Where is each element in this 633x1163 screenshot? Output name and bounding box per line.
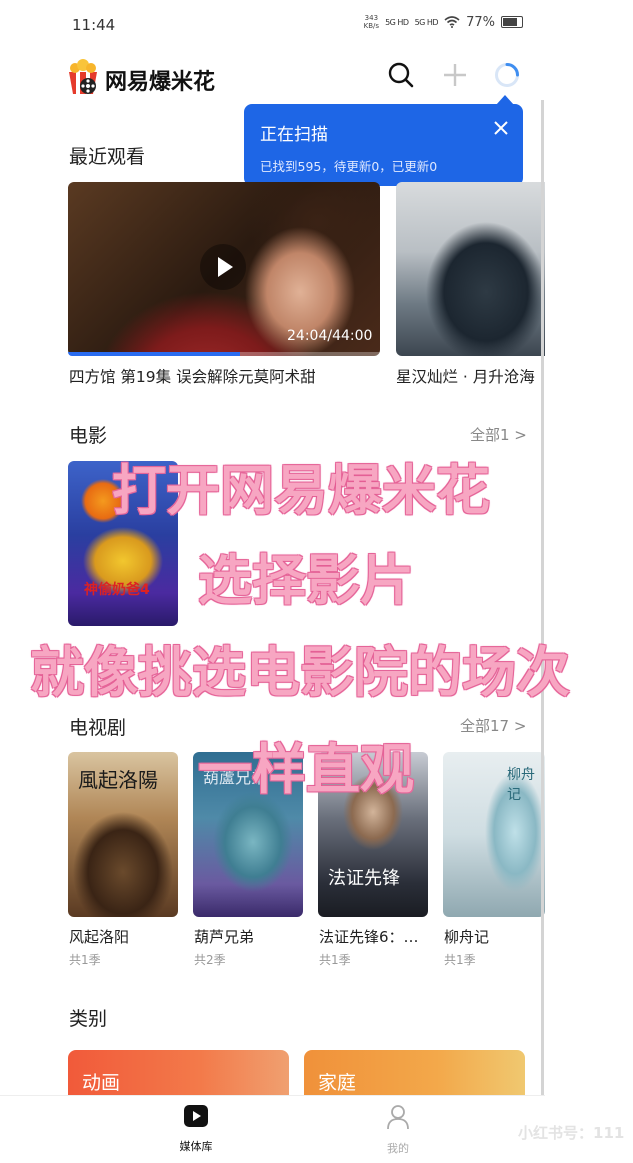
category-animation[interactable]: 动画	[68, 1050, 289, 1100]
play-icon[interactable]	[200, 244, 246, 290]
nav-media-library[interactable]: 媒体库	[176, 1104, 216, 1154]
tv-title-2[interactable]: 葫芦兄弟	[194, 926, 254, 947]
overlay-caption-1: 打开网易爆米花	[112, 459, 490, 522]
overlay-caption-3: 就像挑选电影院的场次	[30, 641, 570, 704]
popcorn-logo-icon	[69, 59, 97, 94]
watch-progress-fill	[68, 352, 240, 356]
signal-icon: 5G HD	[385, 17, 409, 27]
tv-see-all-link[interactable]: 全部17 >	[460, 715, 526, 736]
status-bar: 11:44 343 KB/s 5G HD 5G HD 77%	[0, 0, 545, 50]
status-time: 11:44	[72, 16, 116, 34]
bottom-nav: 媒体库 我的	[0, 1095, 545, 1163]
scrollbar[interactable]	[541, 100, 544, 1095]
recent-title-2[interactable]: 星汉灿烂 · 月升沧海	[396, 365, 535, 387]
tv-seasons-2: 共2季	[194, 953, 226, 967]
recent-section-title: 最近观看	[69, 146, 146, 168]
app-header: 网易爆米花	[0, 52, 545, 104]
category-label-animation: 动画	[82, 1072, 121, 1094]
tv-title-1[interactable]: 风起洛阳	[69, 926, 129, 947]
add-icon[interactable]	[442, 62, 468, 88]
tv-section-title: 电视剧	[69, 717, 127, 739]
tv-title-4[interactable]: 柳舟记	[444, 926, 489, 947]
movie-poster-text: 神偷奶爸4	[84, 582, 150, 598]
tv-seasons-3: 共1季	[319, 953, 351, 967]
tv-poster-text-4: 柳舟记	[507, 767, 535, 803]
battery-icon	[501, 16, 523, 28]
status-icons: 343 KB/s 5G HD 5G HD 77%	[364, 14, 523, 30]
close-icon[interactable]	[493, 120, 509, 136]
tv-poster-1[interactable]: 風起洛陽	[68, 752, 178, 917]
movies-see-all-link[interactable]: 全部1 >	[470, 424, 527, 445]
tv-poster-text-1: 風起洛陽	[78, 768, 158, 792]
signal-icon-2: 5G HD	[414, 17, 439, 27]
battery-level: 77%	[466, 14, 495, 30]
media-library-icon	[184, 1105, 208, 1127]
tv-seasons-1: 共1季	[69, 953, 101, 967]
scan-toast: 正在扫描 已找到595，待更新0，已更新0	[244, 95, 523, 186]
watch-progress-bar	[68, 352, 380, 356]
playback-duration: 24:04/44:00	[287, 328, 373, 344]
tv-seasons-4: 共1季	[444, 953, 476, 967]
scan-progress-icon[interactable]	[494, 62, 520, 88]
movies-section-title: 电影	[69, 425, 108, 447]
category-label-family: 家庭	[318, 1072, 357, 1094]
recent-title-1[interactable]: 四方馆 第19集 误会解除元莫阿术甜	[69, 365, 316, 387]
tv-title-3[interactable]: 法证先锋6：…	[319, 926, 419, 947]
categories-section-title: 类别	[69, 1008, 108, 1030]
recent-thumbnail-2[interactable]	[396, 182, 545, 356]
nav-mine-label: 我的	[387, 1142, 409, 1155]
net-speed: 343 KB/s	[363, 14, 380, 30]
toast-title: 正在扫描	[260, 125, 328, 145]
nav-media-library-label: 媒体库	[179, 1140, 213, 1153]
overlay-caption-4: 一样直观	[198, 738, 414, 801]
category-family[interactable]: 家庭	[304, 1050, 525, 1100]
tv-poster-text-3: 法证先锋	[328, 868, 400, 889]
nav-mine[interactable]: 我的	[378, 1104, 418, 1156]
watermark: 小红书号：111	[518, 1124, 625, 1142]
wifi-icon	[444, 16, 460, 28]
app-name: 网易爆米花	[105, 70, 216, 95]
profile-icon	[387, 1105, 409, 1130]
search-icon[interactable]	[388, 62, 414, 88]
toast-info: 已找到595，待更新0，已更新0	[260, 159, 438, 174]
overlay-caption-2: 选择影片	[198, 549, 414, 612]
tv-poster-4[interactable]: 柳舟记	[443, 752, 545, 917]
